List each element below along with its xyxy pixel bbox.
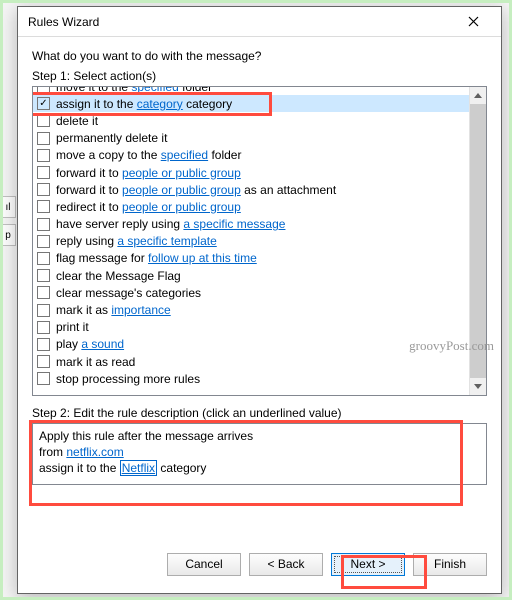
action-checkbox[interactable] — [37, 269, 50, 282]
action-item[interactable]: clear message's categories — [33, 284, 469, 301]
desc-line-3: assign it to the Netflix category — [39, 460, 480, 476]
chevron-up-icon — [474, 93, 482, 98]
window-title: Rules Wizard — [28, 15, 453, 29]
action-link-value[interactable]: a sound — [81, 337, 124, 351]
action-item[interactable]: move it to the specified folder — [33, 87, 469, 95]
bg-fragment-2: p — [0, 224, 16, 246]
rule-description-box[interactable]: Apply this rule after the message arrive… — [32, 423, 487, 485]
action-checkbox[interactable] — [37, 114, 50, 127]
action-label: permanently delete it — [56, 131, 167, 145]
category-value-link[interactable]: Netflix — [120, 460, 157, 476]
desc-line-2: from netflix.com — [39, 444, 480, 460]
action-link-value[interactable]: importance — [111, 303, 170, 317]
step2-label: Step 2: Edit the rule description (click… — [32, 406, 487, 420]
action-label: redirect it to people or public group — [56, 200, 241, 214]
close-button[interactable] — [453, 8, 493, 36]
action-checkbox[interactable] — [37, 166, 50, 179]
action-label: play a sound — [56, 337, 124, 351]
action-link-value[interactable]: specified — [131, 87, 178, 94]
prompt-text: What do you want to do with the message? — [32, 49, 487, 63]
actions-listbox[interactable]: move it to the specified folder ✓ assign i… — [32, 86, 487, 396]
action-label: mark it as importance — [56, 303, 171, 317]
scroll-thumb[interactable] — [470, 104, 486, 378]
action-checkbox[interactable] — [37, 338, 50, 351]
action-link-value[interactable]: people or public group — [122, 200, 241, 214]
action-checkbox[interactable]: ✓ — [37, 97, 50, 110]
action-label: print it — [56, 320, 89, 334]
action-link-value[interactable]: category — [137, 97, 183, 111]
action-item[interactable]: delete it — [33, 112, 469, 129]
dialog-body: What do you want to do with the message?… — [18, 37, 501, 545]
rules-wizard-dialog: Rules Wizard What do you want to do with… — [17, 6, 502, 594]
action-checkbox[interactable] — [37, 286, 50, 299]
action-item[interactable]: have server reply using a specific messa… — [33, 216, 469, 233]
action-checkbox[interactable] — [37, 321, 50, 334]
from-value-link[interactable]: netflix.com — [66, 445, 123, 459]
action-label: reply using a specific template — [56, 234, 217, 248]
action-item[interactable]: move a copy to the specified folder — [33, 147, 469, 164]
titlebar: Rules Wizard — [18, 7, 501, 37]
action-label: mark it as read — [56, 355, 135, 369]
action-link-value[interactable]: people or public group — [122, 166, 241, 180]
action-item[interactable]: stop processing more rules — [33, 370, 469, 387]
action-checkbox[interactable] — [37, 87, 50, 93]
action-link-value[interactable]: follow up at this time — [148, 251, 257, 265]
scroll-down-button[interactable] — [470, 378, 486, 395]
close-icon — [468, 16, 479, 27]
action-checkbox[interactable] — [37, 149, 50, 162]
action-link-value[interactable]: a specific message — [183, 217, 285, 231]
action-label: clear the Message Flag — [56, 269, 181, 283]
action-checkbox[interactable] — [37, 304, 50, 317]
next-button[interactable]: Next > — [331, 553, 405, 576]
action-item[interactable]: permanently delete it — [33, 130, 469, 147]
action-checkbox[interactable] — [37, 355, 50, 368]
action-label: move a copy to the specified folder — [56, 148, 241, 162]
action-label: delete it — [56, 114, 98, 128]
action-checkbox[interactable] — [37, 132, 50, 145]
action-label: assign it to the category category — [56, 97, 232, 111]
action-label: flag message for follow up at this time — [56, 251, 257, 265]
action-link-value[interactable]: people or public group — [122, 183, 241, 197]
action-checkbox[interactable] — [37, 200, 50, 213]
action-label: forward it to people or public group — [56, 166, 241, 180]
action-item[interactable]: redirect it to people or public group — [33, 198, 469, 215]
scroll-up-button[interactable] — [470, 87, 486, 104]
action-item[interactable]: ✓ assign it to the category category — [33, 95, 469, 112]
action-checkbox[interactable] — [37, 372, 50, 385]
chevron-down-icon — [474, 384, 482, 389]
action-label: have server reply using a specific messa… — [56, 217, 285, 231]
action-item[interactable]: print it — [33, 319, 469, 336]
action-checkbox[interactable] — [37, 235, 50, 248]
action-item[interactable]: clear the Message Flag — [33, 267, 469, 284]
back-button[interactable]: < Back — [249, 553, 323, 576]
action-checkbox[interactable] — [37, 183, 50, 196]
action-checkbox[interactable] — [37, 252, 50, 265]
button-row: Cancel < Back Next > Finish — [18, 545, 501, 593]
action-item[interactable]: mark it as importance — [33, 301, 469, 318]
bg-fragment-1: ıl — [0, 196, 16, 218]
finish-button[interactable]: Finish — [413, 553, 487, 576]
action-label: move it to the specified folder — [56, 87, 212, 94]
action-item[interactable]: mark it as read — [33, 353, 469, 370]
action-label: clear message's categories — [56, 286, 201, 300]
step1-label: Step 1: Select action(s) — [32, 69, 487, 83]
scrollbar[interactable] — [469, 87, 486, 395]
action-label: forward it to people or public group as … — [56, 183, 336, 197]
action-item[interactable]: forward it to people or public group as … — [33, 181, 469, 198]
action-checkbox[interactable] — [37, 218, 50, 231]
action-label: stop processing more rules — [56, 372, 200, 386]
action-item[interactable]: play a sound — [33, 336, 469, 353]
action-item[interactable]: reply using a specific template — [33, 233, 469, 250]
desc-line-1: Apply this rule after the message arrive… — [39, 428, 480, 444]
action-item[interactable]: flag message for follow up at this time — [33, 250, 469, 267]
action-item[interactable]: forward it to people or public group — [33, 164, 469, 181]
action-link-value[interactable]: specified — [161, 148, 208, 162]
action-link-value[interactable]: a specific template — [117, 234, 216, 248]
cancel-button[interactable]: Cancel — [167, 553, 241, 576]
